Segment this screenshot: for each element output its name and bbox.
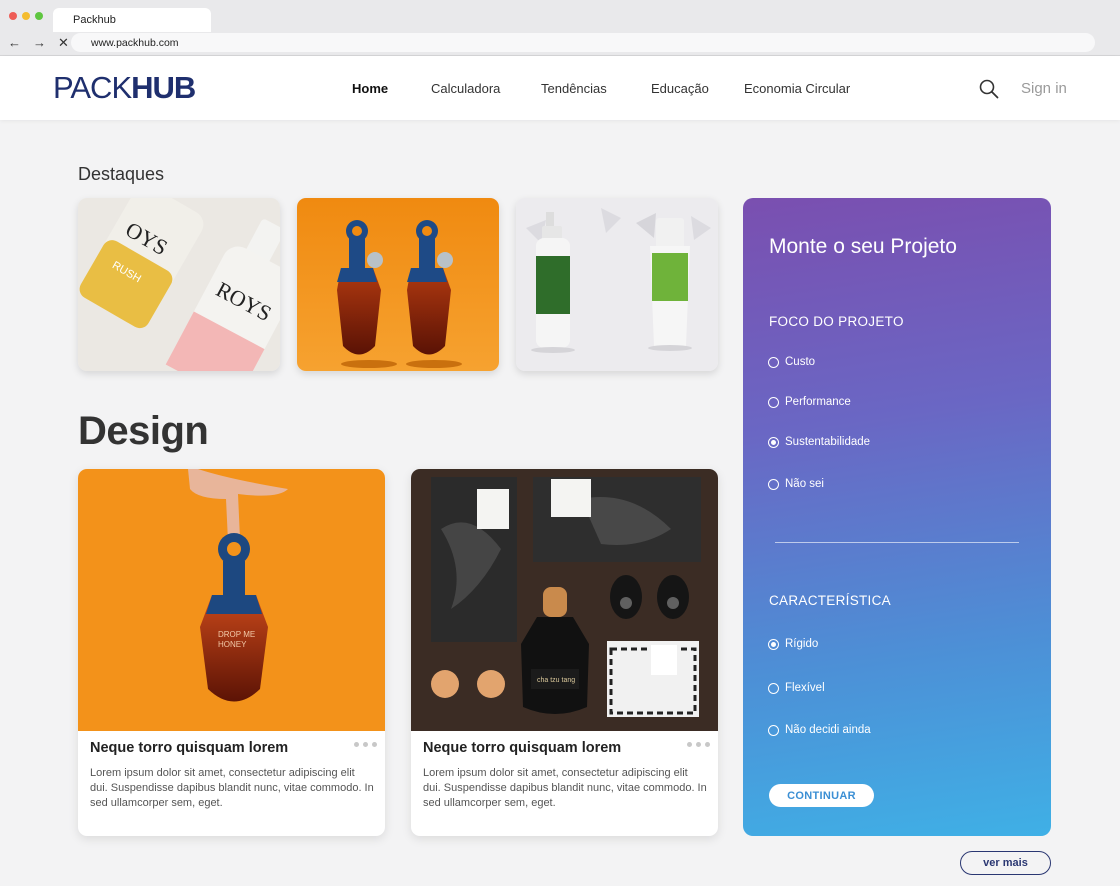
browser-tab[interactable]: Packhub [53,8,211,32]
search-icon [979,79,999,99]
radio-selected-icon[interactable] [768,436,779,448]
more-dot-icon [363,742,368,747]
option-label: Flexível [785,682,825,694]
packhub-logo[interactable]: PACKHUB [53,70,196,105]
featured-item-honey-bottles[interactable] [297,198,499,371]
more-dot-icon [705,742,710,747]
browser-nav: ← → ✕ [8,36,69,50]
featured-item-roys-bottles[interactable]: OYS RUSH ROYS [78,198,280,371]
card-options-button[interactable] [354,742,377,747]
option-nao-decidi[interactable]: Não decidi ainda [768,724,871,736]
more-dot-icon [354,742,359,747]
featured-item-green-tubes[interactable] [516,198,718,371]
logo-part-hub: HUB [131,70,196,105]
svg-text:cha tzu tang: cha tzu tang [537,677,575,684]
option-performance[interactable]: Performance [768,396,851,408]
option-custo[interactable]: Custo [768,356,815,368]
more-dot-icon [372,742,377,747]
see-more-button[interactable]: ver mais [960,851,1051,875]
site-header: PACKHUB Home Calculadora Tendências Educ… [0,56,1120,120]
card-options-button[interactable] [687,742,710,747]
minimize-window-button[interactable] [22,12,30,20]
sign-in-link[interactable]: Sign in [1021,80,1067,97]
logo-part-pack: PACK [53,70,132,105]
roys-bottles-image: OYS RUSH ROYS [78,198,280,371]
option-rigido[interactable]: Rígido [768,638,818,650]
design-card[interactable]: cha tzu tang Neque torro quisquam lorem … [411,469,718,836]
more-dot-icon [696,742,701,747]
radio-icon[interactable] [768,682,779,694]
design-card[interactable]: DROP ME HONEY Neque torro quisquam lorem… [78,469,385,836]
option-label: Não decidi ainda [785,724,871,736]
option-label: Performance [785,396,851,408]
svg-text:DROP ME: DROP ME [218,630,255,639]
radio-icon[interactable] [768,724,779,736]
radio-icon[interactable] [768,396,779,408]
browser-chrome: Packhub ← → ✕ www.packhub.com [0,0,1120,56]
option-label: Não sei [785,478,824,490]
honey-bottle-hand-image: DROP ME HONEY [78,469,385,731]
design-heading: Design [78,409,209,453]
featured-heading: Destaques [78,164,165,184]
project-builder-panel: Monte o seu Projeto FOCO DO PROJETO Cust… [743,198,1051,836]
honey-bottles-image [297,198,499,371]
nav-tendencias[interactable]: Tendências [541,81,607,96]
maximize-window-button[interactable] [35,12,43,20]
card-title: Neque torro quisquam lorem [423,740,622,756]
option-label: Sustentabilidade [785,436,871,448]
stop-icon[interactable]: ✕ [58,36,69,50]
radio-icon[interactable] [768,478,779,490]
section-characteristic-title: CARACTERÍSTICA [769,593,891,608]
back-arrow-icon[interactable]: ← [8,36,21,50]
window-controls [9,12,43,20]
option-nao-sei[interactable]: Não sei [768,478,824,490]
card-description: Lorem ipsum dolor sit amet, consectetur … [423,767,707,809]
panel-divider [775,542,1019,543]
card-description: Lorem ipsum dolor sit amet, consectetur … [90,767,374,809]
section-focus-title: FOCO DO PROJETO [769,314,904,329]
search-button[interactable] [978,78,1000,100]
nav-home[interactable]: Home [352,81,388,96]
nav-calculadora[interactable]: Calculadora [431,81,500,96]
close-window-button[interactable] [9,12,17,20]
option-sustentabilidade[interactable]: Sustentabilidade [768,436,870,448]
tea-packaging-image: cha tzu tang [411,469,718,731]
radio-selected-icon[interactable] [768,638,779,650]
option-label: Rígido [785,638,819,650]
svg-text:HONEY: HONEY [218,640,247,649]
option-label: Custo [785,356,816,368]
nav-economia-circular[interactable]: Economia Circular [744,81,850,96]
green-tubes-image [516,198,718,371]
panel-title: Monte o seu Projeto [769,235,957,258]
radio-icon[interactable] [768,356,779,368]
option-flexivel[interactable]: Flexível [768,682,825,694]
forward-arrow-icon[interactable]: → [33,36,46,50]
more-dot-icon [687,742,692,747]
address-bar[interactable]: www.packhub.com [71,33,1095,52]
nav-educacao[interactable]: Educação [651,81,709,96]
continue-button[interactable]: CONTINUAR [769,784,874,807]
card-title: Neque torro quisquam lorem [90,740,289,756]
